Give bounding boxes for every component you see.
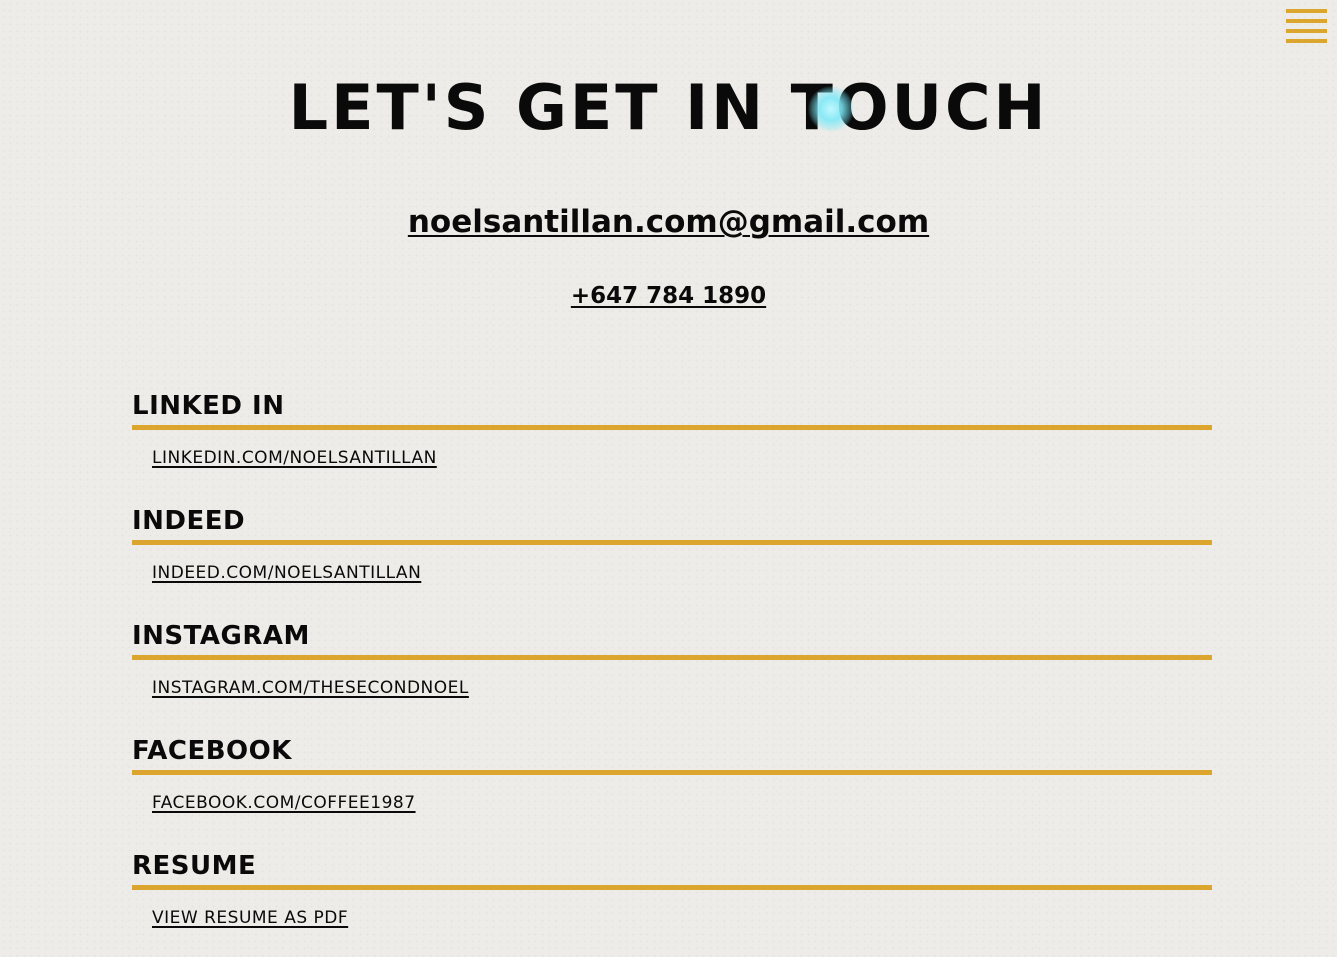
section-divider bbox=[132, 425, 1212, 430]
linkedin-link[interactable]: LINKEDIN.COM/NOELSANTILLAN bbox=[152, 447, 437, 469]
menu-bar bbox=[1286, 39, 1327, 43]
phone-row: +647 784 1890 bbox=[0, 278, 1337, 314]
section-heading: INDEED bbox=[132, 506, 246, 536]
menu-bar bbox=[1286, 9, 1327, 13]
section-divider bbox=[132, 655, 1212, 660]
phone-link[interactable]: +647 784 1890 bbox=[571, 283, 766, 309]
facebook-link[interactable]: FACEBOOK.COM/COFFEE1987 bbox=[152, 792, 416, 814]
section-instagram: INSTAGRAM INSTAGRAM.COM/THESECONDNOEL bbox=[132, 617, 1212, 732]
instagram-link[interactable]: INSTAGRAM.COM/THESECONDNOEL bbox=[152, 677, 469, 699]
section-heading: INSTAGRAM bbox=[132, 621, 310, 651]
indeed-link[interactable]: INDEED.COM/NOELSANTILLAN bbox=[152, 562, 421, 584]
section-indeed: INDEED INDEED.COM/NOELSANTILLAN bbox=[132, 502, 1212, 617]
email-link[interactable]: noelsantillan.com@gmail.com bbox=[408, 204, 929, 240]
section-facebook: FACEBOOK FACEBOOK.COM/COFFEE1987 bbox=[132, 732, 1212, 847]
section-heading: RESUME bbox=[132, 851, 257, 881]
email-row: noelsantillan.com@gmail.com bbox=[0, 200, 1337, 244]
section-resume: RESUME VIEW RESUME AS PDF bbox=[132, 847, 1212, 957]
cursor-glow bbox=[808, 86, 854, 132]
menu-bar bbox=[1286, 19, 1327, 23]
menu-bar bbox=[1286, 29, 1327, 33]
section-heading: LINKED IN bbox=[132, 391, 285, 421]
social-links-list: LINKED IN LINKEDIN.COM/NOELSANTILLAN IND… bbox=[132, 387, 1212, 957]
section-heading: FACEBOOK bbox=[132, 736, 292, 766]
resume-pdf-link[interactable]: VIEW RESUME AS PDF bbox=[152, 907, 348, 929]
section-divider bbox=[132, 770, 1212, 775]
page-title: LET'S GET IN TOUCH bbox=[288, 71, 1049, 144]
section-divider bbox=[132, 540, 1212, 545]
hamburger-menu-icon[interactable] bbox=[1286, 9, 1327, 45]
section-linkedin: LINKED IN LINKEDIN.COM/NOELSANTILLAN bbox=[132, 387, 1212, 502]
section-divider bbox=[132, 885, 1212, 890]
